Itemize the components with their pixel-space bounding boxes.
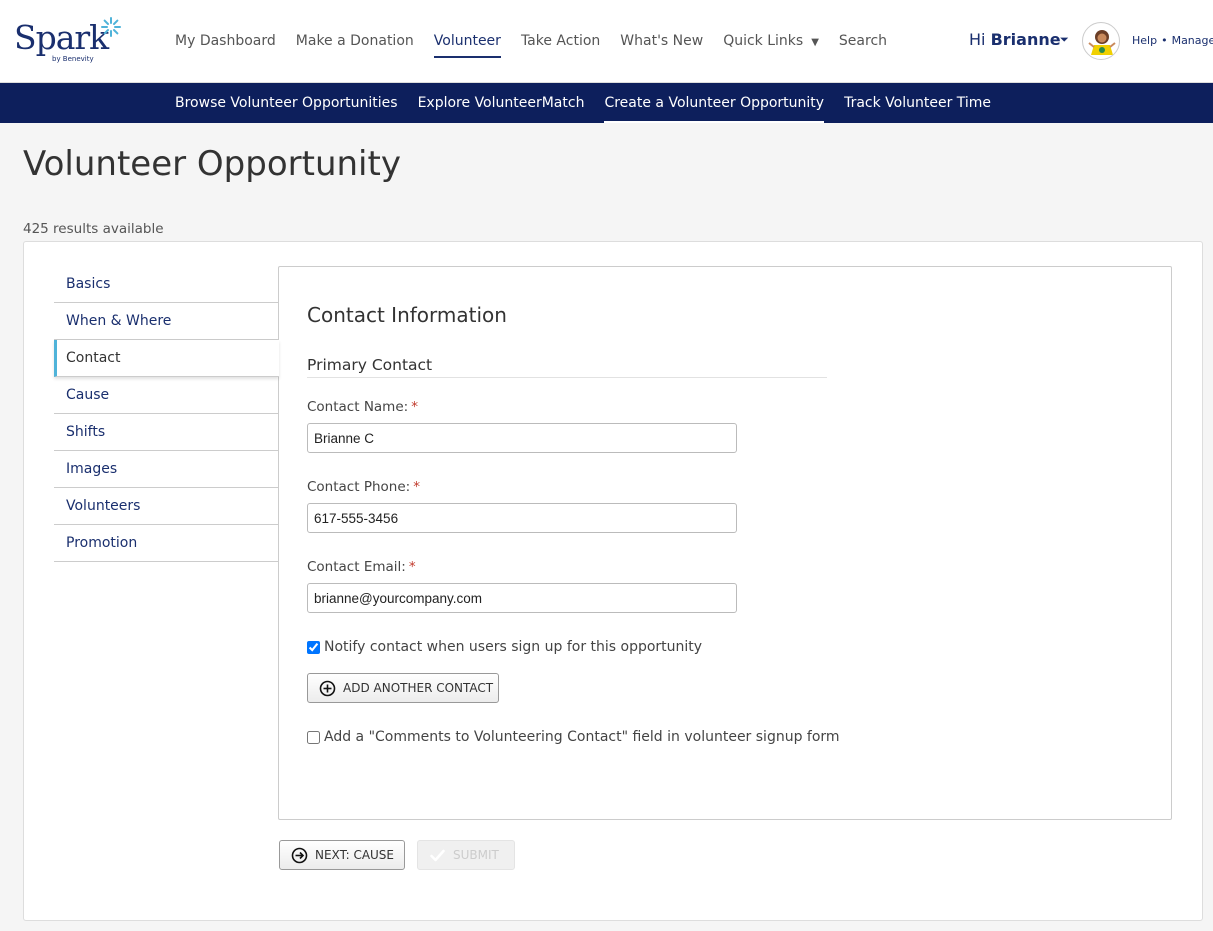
add-another-contact-label: ADD ANOTHER CONTACT [343, 681, 494, 695]
nav-my-dashboard[interactable]: My Dashboard [175, 0, 276, 82]
logo-subtitle: by Benevity [52, 55, 94, 63]
user-name: Brianne [990, 30, 1061, 49]
subnav-create-opportunity[interactable]: Create a Volunteer Opportunity [604, 83, 824, 123]
user-greeting[interactable]: Hi Brianne [969, 30, 1061, 49]
contact-name-label: Contact Name: * [307, 399, 418, 415]
comments-field-label: Add a "Comments to Volunteering Contact"… [324, 729, 840, 745]
contact-phone-label-text: Contact Phone: [307, 479, 411, 495]
sidebar-item-promotion[interactable]: Promotion [54, 525, 279, 562]
contact-name-input[interactable] [307, 423, 737, 453]
contact-phone-label: Contact Phone: * [307, 479, 420, 495]
starburst-icon [101, 17, 121, 37]
greeting-text: Hi [969, 30, 986, 49]
next-cause-button[interactable]: NEXT: CAUSE [279, 840, 405, 870]
arrow-right-circle-icon [291, 847, 308, 863]
sub-nav-bar: Browse Volunteer Opportunities Explore V… [0, 83, 1213, 123]
comments-field-checkbox[interactable] [307, 730, 320, 744]
contact-email-input[interactable] [307, 583, 737, 613]
page-title: Volunteer Opportunity [23, 144, 401, 184]
avatar[interactable] [1082, 22, 1120, 60]
results-count: 425 results available [23, 221, 164, 237]
user-menu-caret-icon[interactable]: ⏷ [1060, 33, 1069, 47]
sidebar-item-volunteers[interactable]: Volunteers [54, 488, 279, 525]
help-links: Help • Manage [1132, 34, 1213, 47]
sidebar-item-images[interactable]: Images [54, 451, 279, 488]
subsection-title: Primary Contact [307, 356, 433, 374]
required-marker: * [411, 399, 418, 415]
comments-field-row[interactable]: Add a "Comments to Volunteering Contact"… [307, 729, 840, 745]
sidebar-item-contact[interactable]: Contact [54, 340, 279, 377]
notify-contact-row[interactable]: Notify contact when users sign up for th… [307, 639, 702, 655]
subnav-explore-volunteermatch[interactable]: Explore VolunteerMatch [418, 83, 585, 123]
add-another-contact-button[interactable]: ADD ANOTHER CONTACT [307, 673, 499, 703]
submit-button[interactable]: SUBMIT [417, 840, 515, 870]
notify-contact-label: Notify contact when users sign up for th… [324, 639, 703, 655]
plus-circle-icon [319, 680, 336, 696]
submit-label: SUBMIT [453, 848, 499, 862]
required-marker: * [408, 559, 416, 575]
help-link[interactable]: Help [1132, 34, 1157, 47]
separator-dot: • [1161, 34, 1168, 47]
sub-nav: Browse Volunteer Opportunities Explore V… [175, 83, 1011, 123]
manage-link[interactable]: Manage [1172, 34, 1213, 47]
nav-quick-links[interactable]: Quick Links ▼ [723, 0, 819, 82]
contact-phone-input[interactable] [307, 503, 737, 533]
chevron-down-icon: ▼ [811, 37, 819, 48]
nav-make-a-donation[interactable]: Make a Donation [296, 0, 414, 82]
spark-logo[interactable]: Spark by Benevity [14, 17, 124, 66]
notify-contact-checkbox[interactable] [307, 640, 320, 654]
section-title: Contact Information [307, 303, 507, 327]
sidebar-item-shifts[interactable]: Shifts [54, 414, 279, 451]
nav-whats-new[interactable]: What's New [620, 0, 703, 82]
contact-email-label-text: Contact Email: [307, 559, 406, 575]
contact-name-label-text: Contact Name: [307, 399, 409, 415]
step-sidebar: Basics When & Where Contact Cause Shifts… [54, 266, 279, 562]
nav-take-action[interactable]: Take Action [521, 0, 600, 82]
nav-volunteer[interactable]: Volunteer [433, 0, 502, 82]
nav-search[interactable]: Search [839, 0, 887, 82]
subnav-browse-opportunities[interactable]: Browse Volunteer Opportunities [175, 83, 398, 123]
sidebar-item-cause[interactable]: Cause [54, 377, 279, 414]
nav-quick-links-label: Quick Links [723, 33, 804, 49]
contact-email-label: Contact Email: * [307, 559, 416, 575]
checkmark-icon [430, 849, 445, 861]
top-header: Spark by Benevity My Dashboard Make a Do… [0, 0, 1213, 83]
logo-wordmark: Spark [14, 18, 109, 57]
sidebar-item-basics[interactable]: Basics [54, 266, 279, 303]
subnav-track-time[interactable]: Track Volunteer Time [844, 83, 991, 123]
sidebar-item-when-where[interactable]: When & Where [54, 303, 279, 340]
next-cause-label: NEXT: CAUSE [315, 848, 395, 862]
required-marker: * [413, 479, 420, 495]
divider [307, 377, 827, 378]
main-nav: My Dashboard Make a Donation Volunteer T… [175, 0, 907, 82]
user-avatar-icon [1088, 30, 1116, 55]
